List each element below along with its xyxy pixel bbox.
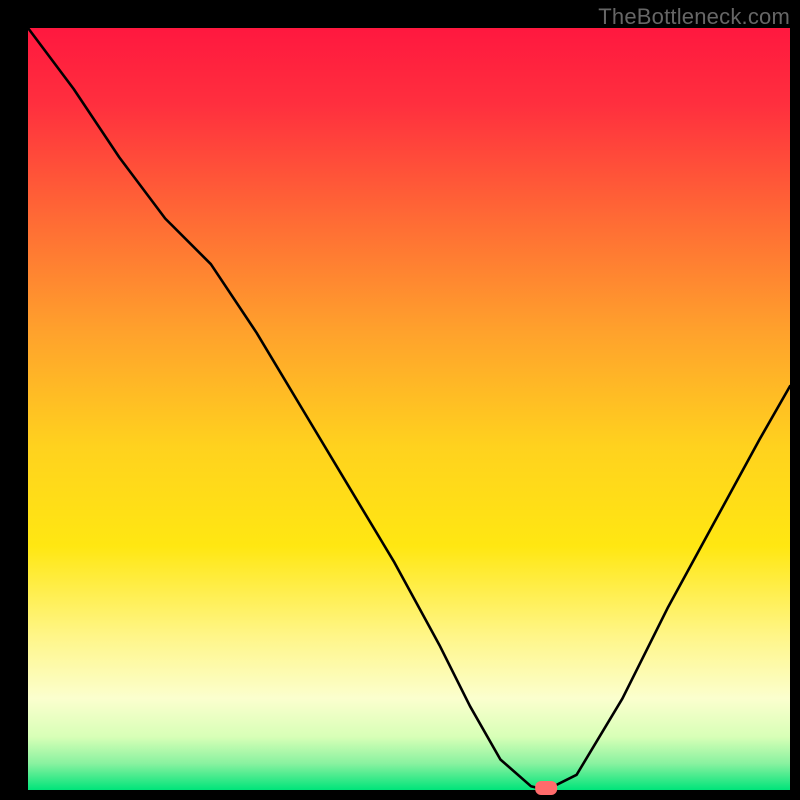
gradient-background [28,28,790,790]
optimal-point-marker [535,781,557,795]
bottleneck-chart [0,0,800,800]
chart-container: TheBottleneck.com [0,0,800,800]
